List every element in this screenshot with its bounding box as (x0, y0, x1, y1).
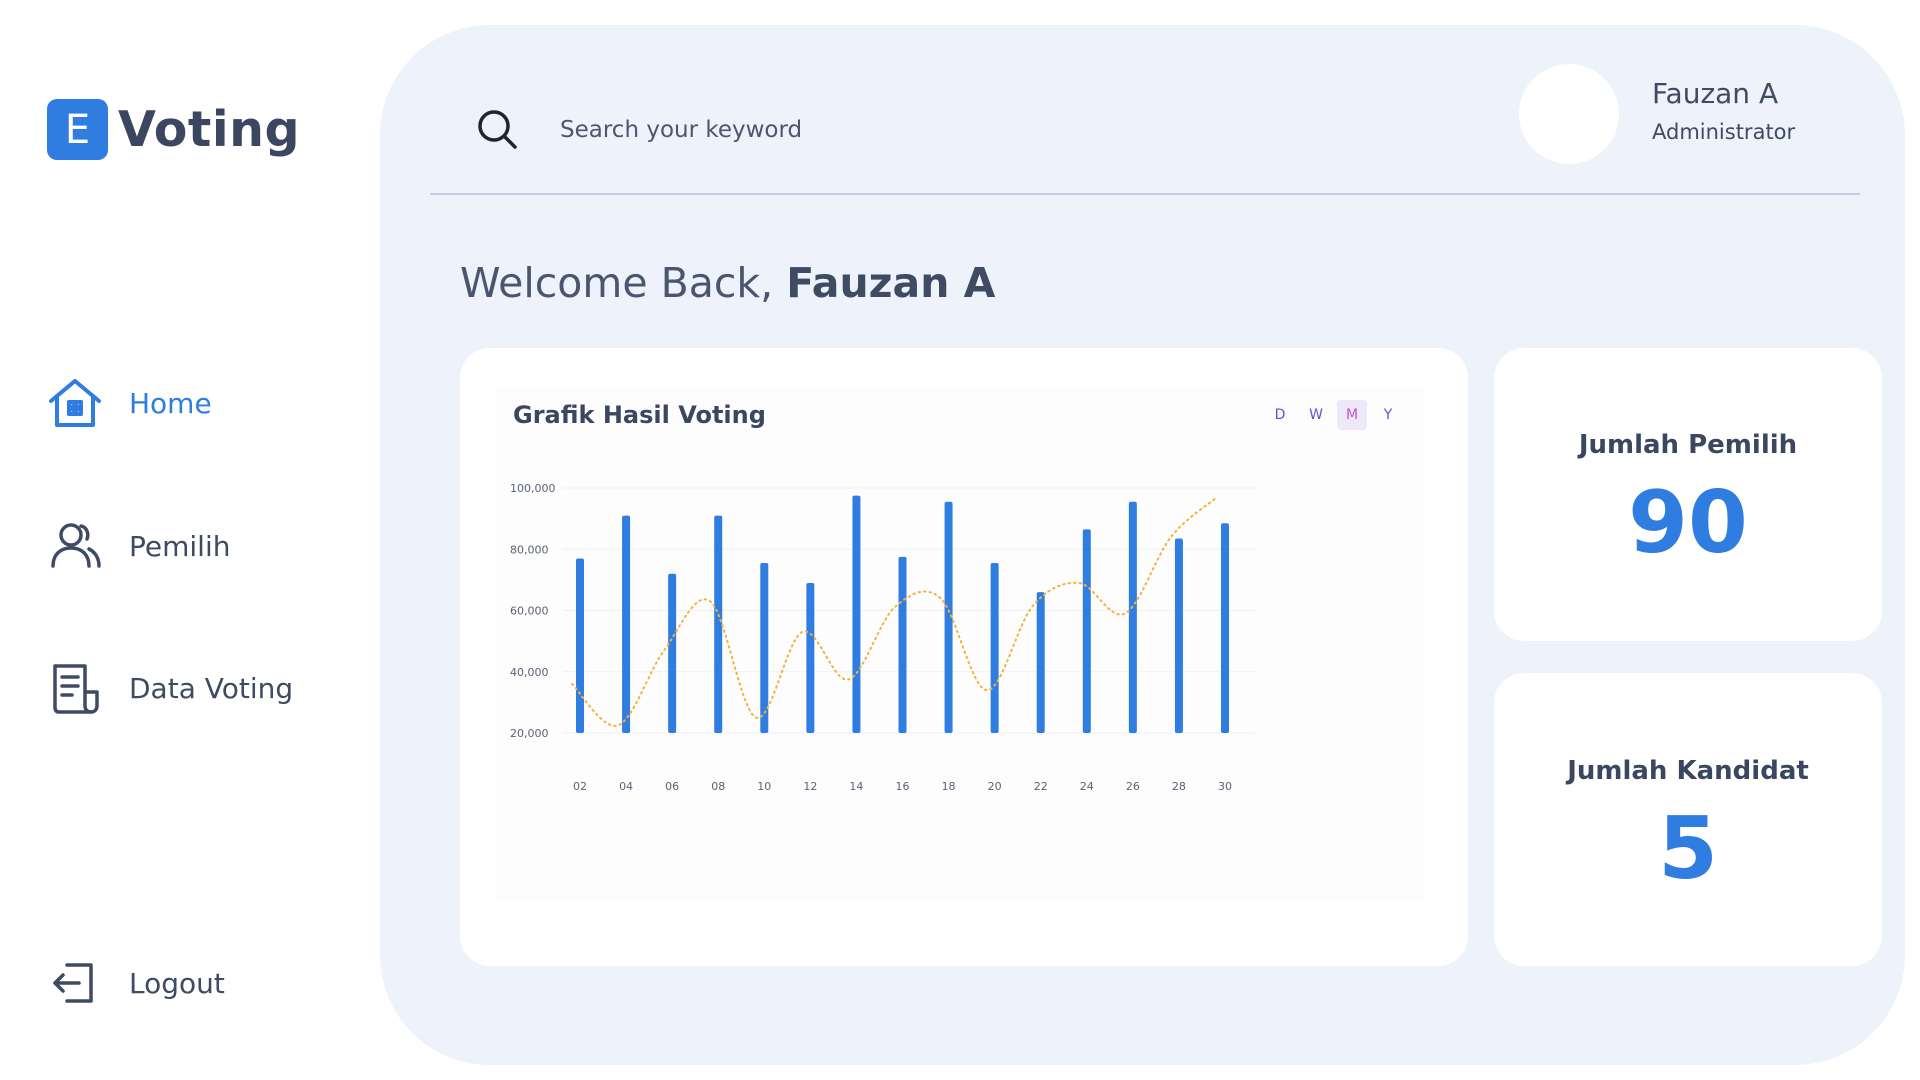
x-tick-label: 10 (757, 780, 771, 793)
logo-text: Voting (118, 101, 301, 158)
bar (806, 582, 815, 733)
bar (668, 573, 677, 733)
range-button-y[interactable]: Y (1373, 400, 1403, 430)
welcome-heading: Welcome Back, Fauzan A (460, 259, 995, 307)
sidebar-item-label: Pemilih (129, 529, 231, 563)
bar (852, 495, 861, 733)
x-tick-label: 02 (573, 780, 587, 793)
stat-label: Jumlah Kandidat (1567, 756, 1809, 786)
stat-value: 5 (1658, 799, 1718, 899)
sidebar: E Voting Home Pemilih Data Voting Logout (0, 0, 380, 1080)
range-button-m[interactable]: M (1337, 400, 1367, 430)
sidebar-item-data-voting[interactable]: Data Voting (47, 660, 293, 716)
logout-icon (47, 955, 103, 1011)
x-tick-label: 22 (1034, 780, 1048, 793)
chart-title: Grafik Hasil Voting (513, 401, 766, 429)
search-icon[interactable] (475, 107, 519, 151)
x-tick-label: 18 (942, 780, 956, 793)
main-panel: Fauzan A Administrator Welcome Back, Fau… (380, 25, 1905, 1065)
bar (990, 563, 999, 733)
bar (1128, 501, 1137, 733)
bar (1221, 523, 1229, 733)
y-tick-label: 80,000 (510, 543, 549, 556)
stat-value: 90 (1628, 473, 1748, 573)
y-tick-label: 40,000 (510, 666, 549, 679)
users-icon (47, 518, 103, 574)
logout-label: Logout (129, 966, 225, 1000)
user-role: Administrator (1652, 120, 1796, 144)
x-tick-label: 14 (849, 780, 863, 793)
sidebar-item-pemilih[interactable]: Pemilih (47, 518, 230, 574)
welcome-prefix: Welcome Back, (460, 259, 774, 307)
chart-area: 100,000 80,000 60,000 40,000 20,000 02 04 06 08 1… (495, 386, 1425, 902)
x-tick-label: 06 (665, 780, 679, 793)
bar (1174, 538, 1183, 733)
stat-card-pemilih: Jumlah Pemilih 90 (1494, 348, 1882, 641)
x-tick-label: 08 (711, 780, 725, 793)
document-icon (47, 660, 103, 716)
bar (1036, 592, 1045, 733)
x-tick-label: 28 (1172, 780, 1186, 793)
x-tick-label: 30 (1218, 780, 1232, 793)
range-button-w[interactable]: W (1301, 400, 1331, 430)
y-tick-label: 20,000 (510, 727, 549, 740)
stat-label: Jumlah Pemilih (1578, 430, 1798, 460)
header-divider (430, 193, 1860, 195)
bar (898, 556, 907, 733)
welcome-name: Fauzan A (786, 259, 996, 307)
logout-button[interactable]: Logout (47, 955, 225, 1011)
y-tick-label: 60,000 (510, 605, 549, 618)
x-tick-label: 12 (803, 780, 817, 793)
bar (576, 558, 584, 733)
sidebar-item-label: Home (129, 386, 212, 420)
x-tick-label: 04 (619, 780, 633, 793)
search-input[interactable] (560, 105, 1180, 155)
range-button-d[interactable]: D (1265, 400, 1295, 430)
bar (714, 515, 723, 733)
sidebar-item-home[interactable]: Home (47, 375, 212, 431)
x-tick-label: 16 (896, 780, 910, 793)
user-name: Fauzan A (1652, 77, 1779, 110)
avatar[interactable] (1519, 64, 1619, 164)
sidebar-item-label: Data Voting (129, 671, 294, 705)
chart-card: 100,000 80,000 60,000 40,000 20,000 02 04 06 08 1… (460, 348, 1468, 966)
app-logo[interactable]: E Voting (47, 99, 300, 160)
stat-card-kandidat: Jumlah Kandidat 5 (1494, 673, 1882, 966)
chart-canvas: 100,000 80,000 60,000 40,000 20,000 02 04 06 08 1… (510, 482, 1255, 793)
range-selector: DWMY (1265, 400, 1403, 430)
x-tick-label: 24 (1080, 780, 1094, 793)
logo-badge: E (47, 99, 108, 160)
home-icon (47, 375, 103, 431)
y-tick-label: 100,000 (510, 482, 556, 495)
bar (1082, 529, 1091, 733)
x-tick-label: 20 (988, 780, 1002, 793)
bar (622, 515, 631, 733)
x-tick-label: 26 (1126, 780, 1140, 793)
